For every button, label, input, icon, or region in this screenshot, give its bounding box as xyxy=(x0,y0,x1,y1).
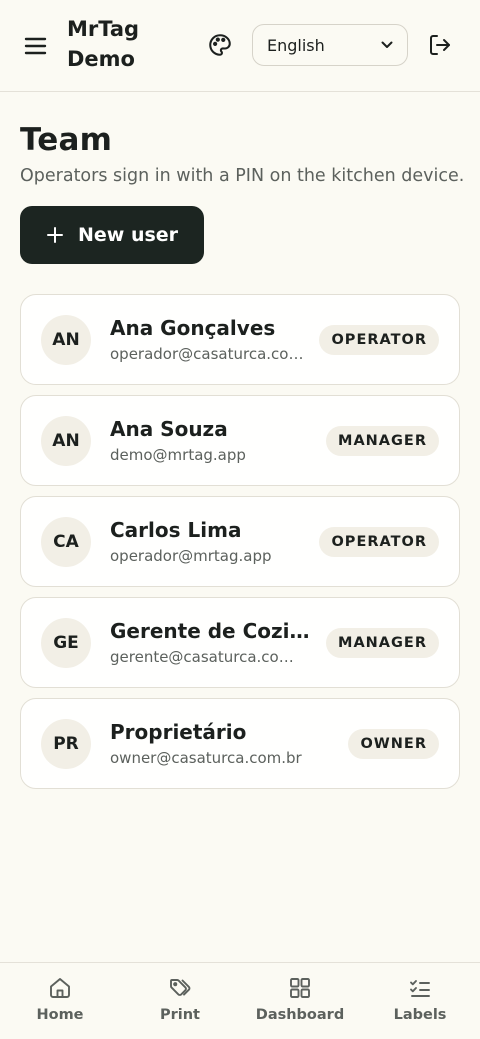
user-card[interactable]: AN Ana Gonçalves operador@casaturca.com.… xyxy=(20,294,460,385)
app-header: MrTag Demo English xyxy=(0,0,480,92)
language-select[interactable]: English xyxy=(252,24,408,66)
logout-icon xyxy=(430,35,450,55)
role-badge: MANAGER xyxy=(326,426,439,456)
new-user-button[interactable]: New user xyxy=(20,206,204,264)
language-value: English xyxy=(267,35,325,55)
user-name: Gerente de Cozinha xyxy=(110,619,310,643)
nav-label: Dashboard xyxy=(255,1007,345,1023)
user-email: operador@casaturca.com.br xyxy=(110,345,305,363)
page-subtitle: Operators sign in with a PIN on the kitc… xyxy=(20,166,465,186)
nav-label: Print xyxy=(159,1007,200,1023)
page-title: Team xyxy=(20,122,113,158)
list-check-icon xyxy=(410,980,430,997)
user-list: AN Ana Gonçalves operador@casaturca.com.… xyxy=(20,294,460,799)
user-name: Ana Souza xyxy=(110,417,228,441)
user-email: operador@mrtag.app xyxy=(110,547,272,565)
user-card[interactable]: AN Ana Souza demo@mrtag.app MANAGER xyxy=(20,395,460,486)
avatar: AN xyxy=(41,416,91,466)
user-name: Proprietário xyxy=(110,720,247,744)
user-name: Ana Gonçalves xyxy=(110,316,276,340)
user-card[interactable]: PR Proprietário owner@casaturca.com.br O… xyxy=(20,698,460,789)
theme-button[interactable] xyxy=(207,32,233,58)
tags-icon xyxy=(170,979,191,996)
nav-item-dashboard[interactable]: Dashboard xyxy=(240,963,360,1039)
role-badge: OPERATOR xyxy=(319,325,439,355)
hamburger-icon xyxy=(24,37,47,55)
nav-item-print[interactable]: Print xyxy=(120,963,240,1039)
nav-item-labels[interactable]: Labels xyxy=(360,963,480,1039)
logout-button[interactable] xyxy=(428,33,452,57)
home-icon xyxy=(50,978,70,998)
nav-item-home[interactable]: Home xyxy=(0,963,120,1039)
nav-label: Labels xyxy=(393,1007,447,1023)
brand-title: MrTag Demo xyxy=(67,17,140,71)
grid-icon xyxy=(290,978,310,998)
menu-button[interactable] xyxy=(22,34,50,58)
chevron-down-icon xyxy=(381,41,393,48)
new-user-label: New user xyxy=(78,224,179,246)
role-badge: MANAGER xyxy=(326,628,439,658)
avatar: AN xyxy=(41,315,91,365)
user-card[interactable]: CA Carlos Lima operador@mrtag.app OPERAT… xyxy=(20,496,460,587)
user-email: gerente@casaturca.com.br xyxy=(110,648,305,666)
avatar: CA xyxy=(41,517,91,567)
user-email: owner@casaturca.com.br xyxy=(110,749,302,767)
palette-icon xyxy=(209,34,231,56)
user-email: demo@mrtag.app xyxy=(110,446,246,464)
role-badge: OWNER xyxy=(348,729,439,759)
nav-label: Home xyxy=(36,1007,84,1023)
user-name: Carlos Lima xyxy=(110,518,242,542)
bottom-nav: Home Print Dashboard Labels xyxy=(0,962,480,1038)
role-badge: OPERATOR xyxy=(319,527,439,557)
plus-icon xyxy=(47,227,63,243)
avatar: GE xyxy=(41,618,91,668)
avatar: PR xyxy=(41,719,91,769)
user-card[interactable]: GE Gerente de Cozinha gerente@casaturca.… xyxy=(20,597,460,688)
